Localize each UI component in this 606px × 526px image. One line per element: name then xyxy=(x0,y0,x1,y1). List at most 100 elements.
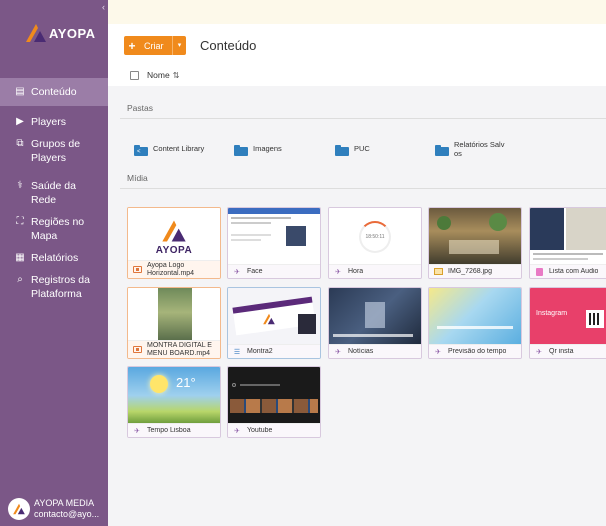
play-icon: ▶ xyxy=(16,116,24,127)
thumbnail xyxy=(228,367,320,424)
media-card-face[interactable]: ✈ Face xyxy=(227,207,321,279)
folder-icon xyxy=(234,145,248,156)
sidebar-item-label: Grupos de Players xyxy=(31,138,81,164)
thumbnail xyxy=(530,208,606,265)
media-name: Ayopa Logo Horizontal.mp4 xyxy=(147,261,195,277)
thumbnail: AYOPA xyxy=(128,208,220,265)
folder-name: PUC xyxy=(354,144,370,153)
shared-folder-icon: < xyxy=(134,145,148,156)
plus-icon: + xyxy=(128,38,136,53)
media-name: Lista com Audio xyxy=(549,267,599,275)
media-card-previsao-do-tempo[interactable]: ✈ Previsão do tempo xyxy=(428,287,522,359)
media-caption: ✈ Notícias xyxy=(329,344,421,358)
thumbnail xyxy=(228,208,320,265)
video-file-icon xyxy=(132,266,142,274)
media-section-label: Mídia xyxy=(127,173,148,183)
brand-name: AYOPA xyxy=(49,25,96,41)
profile-email: contacto@ayo... xyxy=(34,509,100,519)
rocket-icon: ✈ xyxy=(335,348,341,356)
temperature: 21° xyxy=(176,375,196,390)
sidebar-item-label: Regiões no Mapa xyxy=(31,216,85,242)
media-caption: ✈ Tempo Lisboa xyxy=(128,423,220,437)
divider xyxy=(120,118,606,119)
create-button[interactable]: + Criar ▾ xyxy=(124,36,186,55)
media-card-qr-insta[interactable]: Instagram ✈ Qr insta xyxy=(529,287,606,359)
image-file-icon xyxy=(433,268,443,276)
media-name: Face xyxy=(247,267,263,275)
sidebar-item-label: Relatórios xyxy=(31,252,79,264)
media-card-tempo-lisboa[interactable]: 21° ✈ Tempo Lisboa xyxy=(127,366,221,438)
sidebar-item-label: Conteúdo xyxy=(31,86,77,98)
sidebar-item-saude-da-rede[interactable]: ⚕ Saúde da Rede xyxy=(0,179,108,207)
map-icon: ⛶ xyxy=(16,216,24,227)
media-name: Previsão do tempo xyxy=(448,347,507,355)
instagram-label: Instagram xyxy=(536,310,568,317)
thumbnail: 21° xyxy=(128,367,220,424)
ayopa-logo-mark-icon xyxy=(263,313,275,325)
user-profile[interactable]: AYOPA MEDIA contacto@ayo... xyxy=(0,492,108,526)
rocket-icon: ✈ xyxy=(536,348,542,356)
folder-imagens[interactable]: Imagens xyxy=(234,144,282,156)
logs-icon: ⌕ xyxy=(17,274,23,285)
sidebar-item-players[interactable]: ▶ Players xyxy=(0,115,108,129)
media-card-montra-digital[interactable]: MONTRA DIGITAL E MENU BOARD.mp4 xyxy=(127,287,221,359)
media-name: Qr insta xyxy=(549,347,574,355)
media-caption: IMG_7268.jpg xyxy=(429,264,521,278)
media-caption: ✈ Face xyxy=(228,264,320,278)
select-all-checkbox[interactable] xyxy=(130,70,139,80)
ayopa-logo-mark-icon xyxy=(162,220,186,242)
create-label: Criar xyxy=(144,40,164,51)
folder-icon xyxy=(435,145,449,156)
thumbnail xyxy=(429,208,521,265)
media-card-youtube[interactable]: ✈ Youtube xyxy=(227,366,321,438)
folder-name: Content Library xyxy=(153,144,205,153)
player-groups-icon: ⧉ xyxy=(16,138,24,149)
media-caption: ✈ Hora xyxy=(329,264,421,278)
divider xyxy=(120,188,606,189)
sort-icon[interactable]: ⇅ xyxy=(173,71,180,80)
thumbnail xyxy=(429,288,521,345)
ayopa-avatar-icon xyxy=(13,503,25,515)
clock-time: 18:50:11 xyxy=(365,233,385,240)
media-caption: ☰ Montra2 xyxy=(228,344,320,358)
media-caption: ✈ Qr insta xyxy=(530,344,606,358)
sidebar-item-regioes-no-mapa[interactable]: ⛶ Regiões no Mapa xyxy=(0,215,108,243)
media-card-img-7268[interactable]: IMG_7268.jpg xyxy=(428,207,522,279)
thumb-logo-text: AYOPA xyxy=(155,245,193,256)
media-caption: ✈ Previsão do tempo xyxy=(429,344,521,358)
media-name: Notícias xyxy=(348,347,374,355)
name-sort-header[interactable]: Nome xyxy=(147,70,170,80)
media-card-hora[interactable]: 18:50:11 ✈ Hora xyxy=(328,207,422,279)
thumbnail xyxy=(128,288,220,345)
folder-content-library[interactable]: < Content Library xyxy=(134,144,204,156)
media-card-noticias[interactable]: ✈ Notícias xyxy=(328,287,422,359)
chevron-down-icon[interactable]: ▾ xyxy=(172,36,186,55)
media-card-lista-com-audio[interactable]: Lista com Audio xyxy=(529,207,606,279)
sidebar-item-relatorios[interactable]: ▦ Relatórios xyxy=(0,251,108,265)
playlist-icon xyxy=(534,267,544,276)
profile-name: AYOPA MEDIA xyxy=(34,498,95,508)
folder-name: Relatórios Salvos xyxy=(454,140,505,158)
sidebar-item-registros-da-plataforma[interactable]: ⌕ Registros da Plataforma xyxy=(0,273,108,301)
folder-icon xyxy=(335,145,349,156)
folder-name: Imagens xyxy=(253,144,282,153)
sidebar-item-grupos-de-players[interactable]: ⧉ Grupos de Players xyxy=(0,137,108,165)
media-card-montra2[interactable]: ☰ Montra2 xyxy=(227,287,321,359)
sidebar-item-conteudo[interactable]: ▤ Conteúdo xyxy=(0,78,108,106)
reports-icon: ▦ xyxy=(15,252,25,263)
page-title: Conteúdo xyxy=(200,38,257,53)
sidebar: ‹ AYOPA ▤ Conteúdo ▶ Players ⧉ Grupos de… xyxy=(0,0,108,526)
folders-section-label: Pastas xyxy=(127,103,153,113)
media-card-ayopa-logo[interactable]: AYOPA Ayopa Logo Horizontal.mp4 xyxy=(127,207,221,279)
media-name: MONTRA DIGITAL E MENU BOARD.mp4 xyxy=(147,341,212,357)
collapse-sidebar-icon[interactable]: ‹ xyxy=(102,2,105,12)
folder-relatorios-salvos[interactable]: Relatórios Salvos xyxy=(435,140,508,158)
media-caption: ✈ Youtube xyxy=(228,423,320,437)
media-name: Tempo Lisboa xyxy=(147,426,191,434)
folder-puc[interactable]: PUC xyxy=(335,144,370,156)
media-caption: Ayopa Logo Horizontal.mp4 xyxy=(128,260,220,278)
sidebar-item-label: Players xyxy=(31,116,67,128)
ayopa-logo[interactable]: AYOPA xyxy=(24,18,96,48)
rocket-icon: ✈ xyxy=(435,348,441,356)
media-name: Montra2 xyxy=(247,347,273,355)
